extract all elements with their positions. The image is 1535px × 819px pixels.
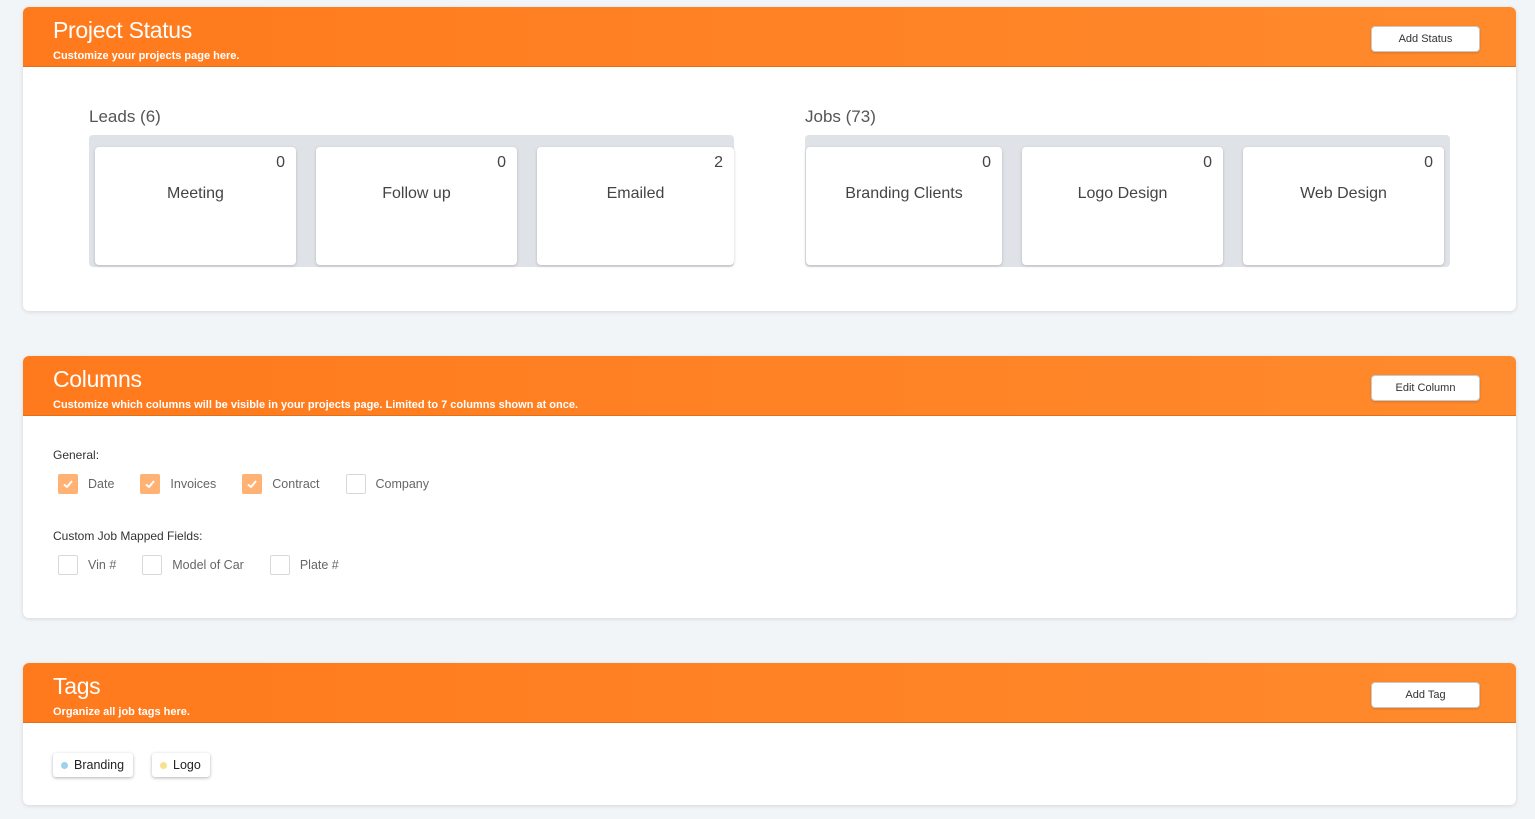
checkbox-label: Invoices — [170, 477, 217, 491]
status-card-emailed[interactable]: 2 Emailed — [537, 147, 734, 265]
columns-panel: Columns Customize which columns will be … — [23, 356, 1516, 618]
status-name: Web Design — [1300, 185, 1387, 202]
panel-subtitle: Organize all job tags here. — [53, 706, 190, 718]
tag-color-dot — [61, 761, 68, 769]
status-count: 0 — [497, 154, 506, 171]
tag-label: Logo — [173, 758, 201, 772]
edit-column-button[interactable]: Edit Column — [1371, 375, 1480, 401]
status-count: 0 — [1203, 154, 1212, 171]
project-status-header: Project Status Customize your projects p… — [23, 7, 1516, 67]
status-count: 2 — [714, 154, 723, 171]
checkbox-label: Date — [88, 477, 115, 491]
checkbox-label: Vin # — [88, 558, 117, 572]
checkbox-invoices[interactable]: Invoices — [140, 474, 216, 494]
checkbox-box[interactable] — [242, 474, 263, 494]
status-count: 0 — [276, 154, 285, 171]
panel-subtitle: Customize your projects page here. — [53, 50, 240, 62]
jobs-tray: 0 Branding Clients 0 Logo Design 0 Web D… — [805, 135, 1450, 267]
panel-title: Tags — [53, 673, 101, 699]
checkbox-label: Plate # — [299, 558, 339, 572]
checkbox-box[interactable] — [140, 474, 161, 494]
checkbox-date[interactable]: Date — [58, 474, 114, 494]
checkbox-box[interactable] — [58, 555, 78, 575]
checkbox-box[interactable] — [58, 474, 78, 494]
panel-title: Project Status — [53, 17, 192, 43]
status-card-web-design[interactable]: 0 Web Design — [1243, 147, 1444, 265]
panel-subtitle: Customize which columns will be visible … — [53, 399, 579, 411]
checkbox-plate[interactable]: Plate # — [269, 555, 339, 575]
checkbox-box[interactable] — [269, 555, 290, 575]
checkbox-box[interactable] — [345, 474, 366, 494]
checkbox-label: Contract — [272, 477, 320, 491]
project-status-panel: Project Status Customize your projects p… — [23, 7, 1516, 311]
add-status-button[interactable]: Add Status — [1371, 26, 1480, 52]
tag-logo[interactable]: Logo — [152, 753, 210, 777]
status-card-branding-clients[interactable]: 0 Branding Clients — [806, 147, 1002, 265]
columns-header: Columns Customize which columns will be … — [23, 356, 1516, 416]
tags-header: Tags Organize all job tags here. Add Tag — [23, 663, 1516, 723]
checkbox-model-of-car[interactable]: Model of Car — [142, 555, 244, 575]
status-name: Logo Design — [1077, 185, 1168, 202]
checkbox-box[interactable] — [142, 555, 163, 575]
tags-panel: Tags Organize all job tags here. Add Tag… — [23, 663, 1516, 805]
jobs-label: Jobs (73) — [805, 107, 876, 126]
checkmark-icon — [247, 480, 258, 489]
general-label: General: — [53, 448, 100, 462]
checkbox-company[interactable]: Company — [345, 474, 430, 494]
status-card-logo-design[interactable]: 0 Logo Design — [1022, 147, 1223, 265]
custom-fields-label: Custom Job Mapped Fields: — [53, 529, 203, 543]
checkmark-icon — [145, 480, 156, 489]
leads-label: Leads (6) — [89, 107, 161, 126]
checkbox-vin[interactable]: Vin # — [58, 555, 116, 575]
status-name: Follow up — [382, 185, 451, 202]
checkmark-icon — [63, 480, 73, 489]
status-name: Branding Clients — [845, 185, 963, 202]
status-name: Meeting — [167, 185, 224, 202]
tag-label: Branding — [74, 758, 125, 772]
panel-title: Columns — [53, 366, 142, 392]
tag-branding[interactable]: Branding — [53, 753, 134, 777]
status-card-follow-up[interactable]: 0 Follow up — [316, 147, 517, 265]
checkbox-label: Company — [375, 477, 430, 491]
add-tag-button[interactable]: Add Tag — [1371, 682, 1480, 708]
status-count: 0 — [982, 154, 991, 171]
leads-tray: 0 Meeting 0 Follow up 2 Emailed — [89, 135, 734, 267]
general-checkbox-row: Date Invoices Contract Company — [58, 474, 455, 494]
status-name: Emailed — [606, 185, 665, 202]
tag-color-dot — [160, 761, 167, 769]
status-card-meeting[interactable]: 0 Meeting — [95, 147, 296, 265]
custom-checkbox-row: Vin # Model of Car Plate # — [58, 555, 365, 575]
checkbox-contract[interactable]: Contract — [242, 474, 320, 494]
status-count: 0 — [1424, 154, 1433, 171]
checkbox-label: Model of Car — [172, 558, 244, 572]
